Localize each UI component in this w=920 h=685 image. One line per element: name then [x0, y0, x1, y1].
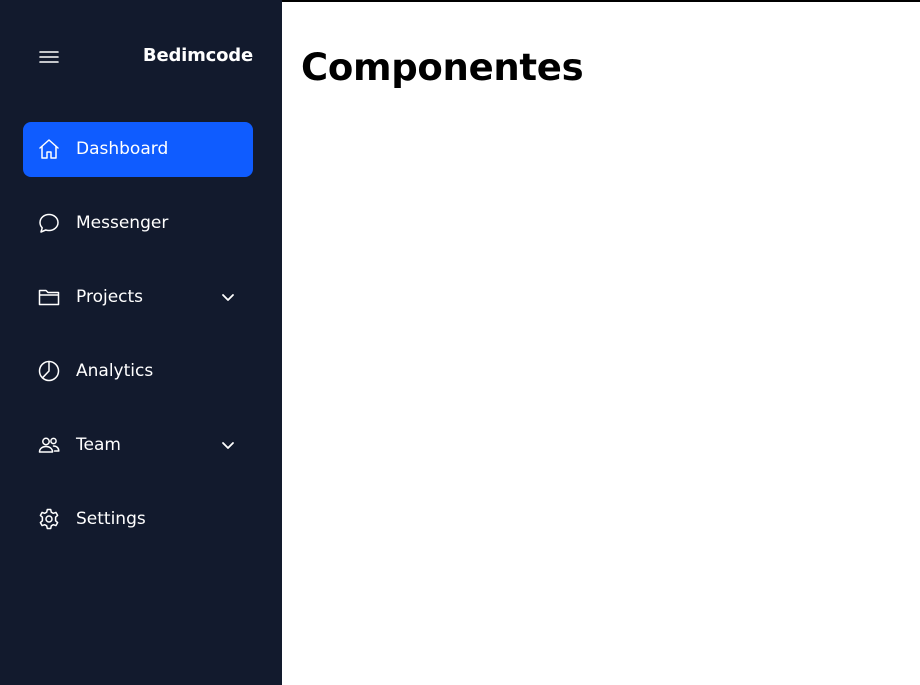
nav-label-analytics: Analytics [76, 361, 154, 381]
folder-icon [37, 285, 61, 309]
users-icon [37, 433, 61, 457]
nav-label-messenger: Messenger [76, 213, 169, 233]
nav-item-messenger[interactable]: Messenger [23, 196, 253, 251]
nav-item-team[interactable]: Team [23, 418, 253, 473]
brand-logo-text[interactable]: Bedimcode [143, 45, 253, 66]
chevron-down-icon[interactable] [219, 436, 237, 454]
hamburger-menu-icon [39, 50, 59, 64]
nav-label-settings: Settings [76, 509, 146, 529]
menu-toggle-button[interactable] [37, 46, 61, 68]
nav-label-projects: Projects [76, 287, 144, 307]
home-icon [37, 137, 61, 161]
nav-item-settings[interactable]: Settings [23, 492, 253, 547]
chat-bubble-icon [37, 211, 61, 235]
gear-icon [37, 507, 61, 531]
nav-item-analytics[interactable]: Analytics [23, 344, 253, 399]
sidebar: Bedimcode Dashboard Messenger Projects A… [0, 0, 282, 685]
nav-item-projects[interactable]: Projects [23, 270, 253, 325]
page-title: Componentes [301, 46, 584, 89]
main-content: Componentes [282, 2, 920, 685]
nav-label-dashboard: Dashboard [76, 139, 169, 159]
nav-item-dashboard[interactable]: Dashboard [23, 122, 253, 177]
nav-label-team: Team [76, 435, 121, 455]
chevron-down-icon[interactable] [219, 288, 237, 306]
pie-chart-icon [37, 359, 61, 383]
